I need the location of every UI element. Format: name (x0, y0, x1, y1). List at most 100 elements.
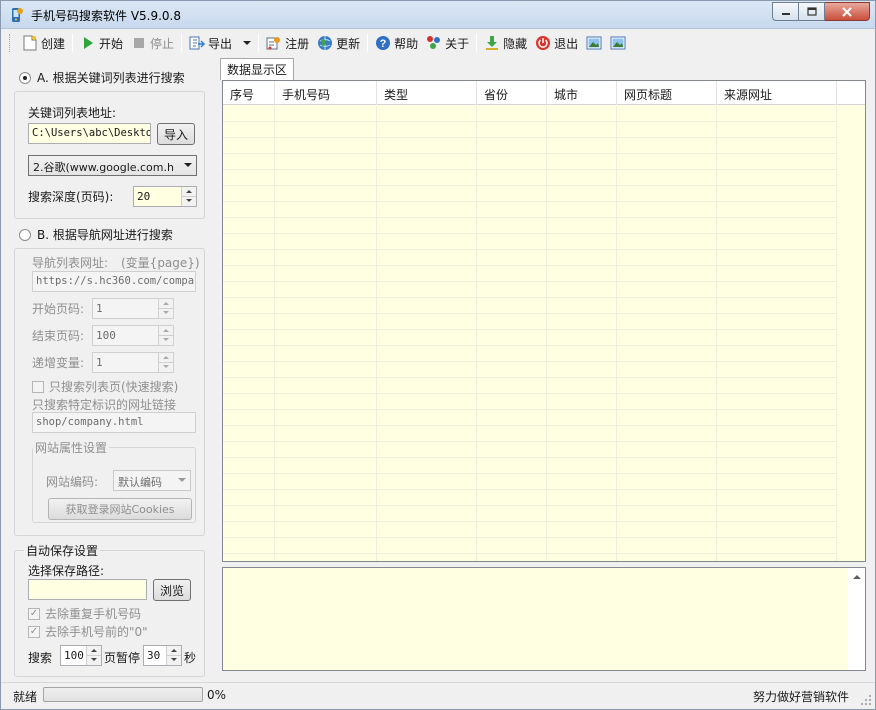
autosave-title: 自动保存设置 (24, 542, 101, 559)
close-icon (842, 6, 852, 17)
end-page-label: 结束页码: (32, 329, 85, 343)
column-header[interactable]: 省份 (477, 81, 547, 105)
save-path-input[interactable] (28, 579, 147, 600)
step-label: 递增变量: (32, 356, 85, 370)
seconds-label: 秒 (184, 651, 197, 665)
browse-button[interactable]: 浏览 (153, 579, 191, 601)
autosave-group: 选择保存路径: 浏览 ✓ 去除重复手机号码 ✓ 去除手机号前的"0" 搜索 10… (14, 550, 205, 677)
title-bar: 手机号码搜索软件 V5.9.0.8 (1, 1, 875, 29)
column-header[interactable]: 网页标题 (617, 81, 717, 105)
search-pages-label: 搜索 (28, 651, 53, 665)
toolbar-grip[interactable] (9, 34, 12, 52)
search-engine-select[interactable]: 2.谷歌(www.google.com.h (28, 155, 197, 176)
dedupe-checkbox[interactable]: ✓ 去除重复手机号码 (28, 605, 141, 622)
toolbar-separator (258, 34, 260, 52)
nav-url-hint: (变量{page}) (121, 256, 200, 270)
help-label: 帮助 (394, 36, 419, 51)
about-button[interactable]: 关于 (422, 32, 473, 54)
log-scrollbar[interactable] (848, 568, 865, 670)
start-page-stepper[interactable]: 1 (92, 298, 174, 319)
stepper-arrows-icon[interactable] (158, 326, 173, 345)
column-header[interactable]: 城市 (547, 81, 617, 105)
stop-label: 停止 (150, 36, 175, 51)
toolbar: 创建 开始 停止 导出 注册 更新 ? 帮助 关于 隐藏 退出 (1, 30, 875, 56)
get-cookies-button[interactable]: 获取登录网站Cookies (48, 498, 192, 520)
grid-column-lines (223, 106, 865, 561)
help-icon: ? (375, 35, 391, 51)
close-button[interactable] (825, 2, 870, 21)
register-button[interactable]: 注册 (262, 32, 313, 54)
exit-button[interactable]: 退出 (531, 32, 582, 54)
column-header[interactable]: 类型 (377, 81, 477, 105)
picture-icon (610, 35, 626, 51)
update-button[interactable]: 更新 (313, 32, 364, 54)
column-header[interactable]: 来源网址 (717, 81, 837, 105)
import-button[interactable]: 导入 (157, 123, 195, 145)
minimize-button[interactable] (772, 2, 799, 21)
resize-grip-icon[interactable] (860, 694, 872, 706)
export-icon (189, 35, 206, 51)
nav-url-label: 导航列表网址: (32, 256, 109, 270)
about-label: 关于 (445, 36, 470, 51)
strip-zero-checkbox[interactable]: ✓ 去除手机号前的"0" (28, 623, 148, 640)
mode-a-radio[interactable]: A. 根据关键词列表进行搜索 (19, 69, 185, 86)
encoding-select[interactable]: 默认编码 (113, 470, 191, 491)
start-page-value: 1 (96, 302, 103, 315)
main-window: 手机号码搜索软件 V5.9.0.8 创建 开始 停止 导出 注册 更新 ? 帮助… (0, 0, 876, 710)
encoding-label: 网站编码: (46, 475, 99, 489)
progress-percent: 0% (207, 688, 227, 702)
hide-button[interactable]: 隐藏 (480, 32, 531, 54)
log-textarea[interactable] (222, 567, 866, 671)
stepper-arrows-icon[interactable] (166, 646, 181, 665)
tab-data-display[interactable]: 数据显示区 (220, 58, 294, 80)
checkbox-box (32, 380, 44, 393)
data-grid[interactable]: 序号 手机号码 类型 省份 城市 网页标题 来源网址 (222, 80, 866, 562)
radio-indicator (19, 228, 31, 241)
register-icon (266, 35, 282, 51)
mode-b-radio[interactable]: B. 根据导航网址进行搜索 (19, 226, 173, 243)
picture-button-2[interactable] (606, 32, 630, 54)
radio-indicator (19, 71, 31, 84)
stepper-arrows-icon[interactable] (158, 299, 173, 318)
progress-bar (43, 687, 203, 702)
create-button[interactable]: 创建 (18, 32, 69, 54)
mode-a-label: A. 根据关键词列表进行搜索 (37, 71, 185, 85)
start-button[interactable]: 开始 (76, 32, 127, 54)
end-page-value: 100 (96, 329, 116, 342)
minimize-icon (781, 12, 790, 15)
specific-link-label: 只搜索特定标识的网址链接 (32, 398, 177, 412)
specific-link-input[interactable]: shop/company.html (32, 412, 196, 433)
column-header[interactable]: 手机号码 (275, 81, 377, 105)
search-pages-stepper[interactable]: 100 (60, 645, 102, 666)
toolbar-separator (476, 34, 478, 52)
picture-button-1[interactable] (582, 32, 606, 54)
site-settings-group: 网站编码: 默认编码 获取登录网站Cookies (32, 447, 196, 523)
list-only-checkbox[interactable]: 只搜索列表页(快速搜索) (32, 378, 178, 395)
stop-icon (131, 35, 147, 51)
picture-icon (586, 35, 602, 51)
pause-seconds-stepper[interactable]: 30 (143, 645, 182, 666)
column-header[interactable]: 序号 (223, 81, 275, 105)
pause-label: 页暂停 (104, 651, 141, 665)
end-page-stepper[interactable]: 100 (92, 325, 174, 346)
stop-button[interactable]: 停止 (127, 32, 178, 54)
keyword-list-path-input[interactable]: C:\Users\abc\Deskto (28, 123, 151, 144)
stepper-arrows-icon[interactable] (86, 646, 101, 665)
maximize-button[interactable] (799, 2, 825, 21)
nav-url-input[interactable]: https://s.hc360.com/compan (32, 271, 196, 292)
grid-header: 序号 手机号码 类型 省份 城市 网页标题 来源网址 (223, 81, 865, 105)
export-dropdown-arrow-icon[interactable] (243, 41, 252, 45)
scroll-up-arrow-icon[interactable] (853, 575, 861, 579)
stepper-arrows-icon[interactable] (181, 187, 196, 206)
create-label: 创建 (41, 36, 66, 51)
status-text: 就绪 (13, 690, 38, 704)
step-stepper[interactable]: 1 (92, 352, 174, 373)
exit-label: 退出 (554, 36, 579, 51)
stepper-arrows-icon[interactable] (158, 353, 173, 372)
download-icon (484, 35, 500, 51)
search-depth-stepper[interactable]: 20 (133, 186, 197, 207)
play-icon (80, 35, 96, 51)
help-button[interactable]: ? 帮助 (371, 32, 422, 54)
window-title: 手机号码搜索软件 V5.9.0.8 (31, 9, 182, 23)
export-button[interactable]: 导出 (185, 32, 255, 54)
